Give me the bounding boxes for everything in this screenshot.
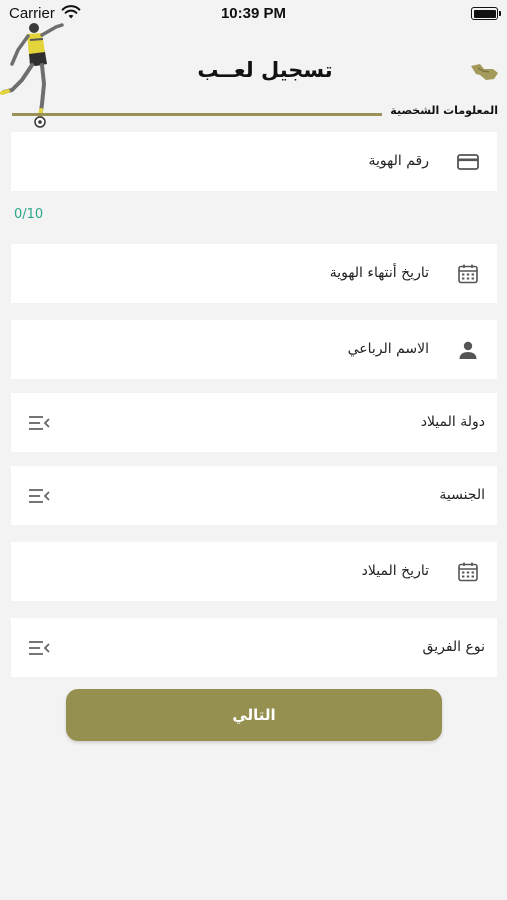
id-number-counter: 0/10	[14, 207, 44, 222]
birth-date-label: تاريخ الميلاد	[361, 563, 429, 579]
calendar-icon	[458, 562, 478, 582]
id-number-field[interactable]: رقم الهوية	[11, 132, 497, 191]
battery-icon	[471, 7, 498, 20]
team-type-label: نوع الفريق	[422, 639, 485, 655]
sort-menu-icon	[29, 641, 50, 655]
status-bar: Carrier 10:39 PM	[0, 0, 507, 28]
full-name-placeholder: الاسم الرباعي	[347, 341, 429, 357]
birth-date-field[interactable]: تاريخ الميلاد	[11, 542, 497, 601]
full-name-field[interactable]: الاسم الرباعي	[11, 320, 497, 379]
next-button[interactable]: التالي	[66, 689, 442, 741]
back-arrow-icon[interactable]	[468, 60, 500, 84]
id-card-icon	[457, 154, 479, 170]
birth-country-label: دولة الميلاد	[420, 414, 485, 430]
battery-tip	[499, 11, 501, 16]
nationality-dropdown[interactable]: الجنسية	[11, 466, 497, 525]
section-divider	[12, 113, 382, 116]
id-expiry-label: تاريخ أنتهاء الهوية	[329, 265, 429, 281]
person-icon	[459, 341, 477, 359]
id-number-placeholder: رقم الهوية	[368, 153, 429, 169]
birth-country-dropdown[interactable]: دولة الميلاد	[11, 393, 497, 452]
nationality-label: الجنسية	[439, 487, 485, 503]
team-type-dropdown[interactable]: نوع الفريق	[11, 618, 497, 677]
id-expiry-field[interactable]: تاريخ أنتهاء الهوية	[11, 244, 497, 303]
section-label: المعلومات الشخصية	[390, 104, 498, 117]
sort-menu-icon	[29, 416, 50, 430]
status-time: 10:39 PM	[220, 5, 287, 22]
page-title: تسجيل لعــب	[197, 58, 333, 82]
football-player-icon	[0, 23, 64, 128]
calendar-icon	[458, 264, 478, 284]
sort-menu-icon	[29, 489, 50, 503]
